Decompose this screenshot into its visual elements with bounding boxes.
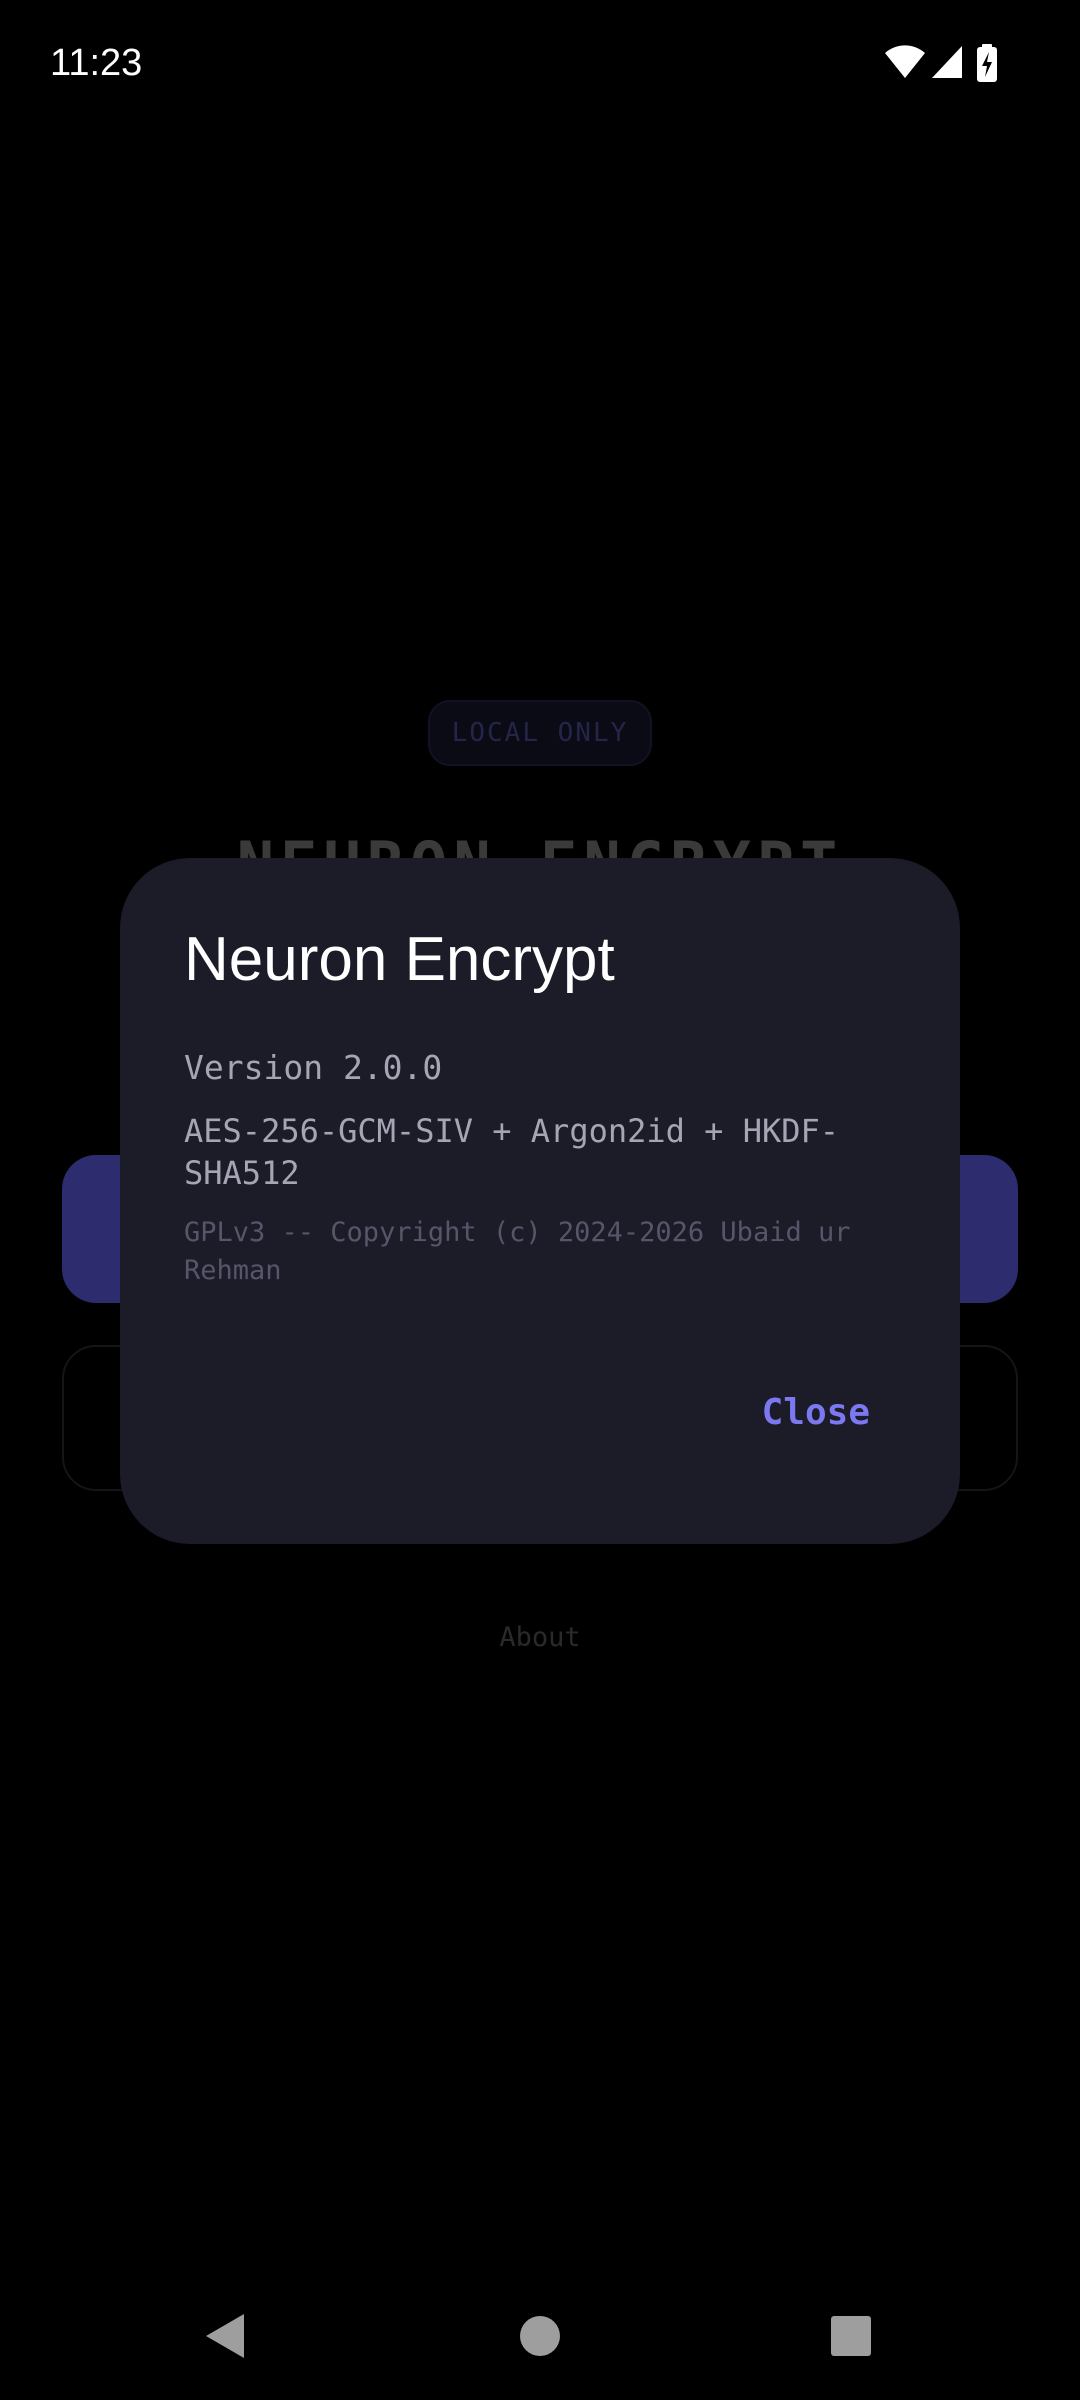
back-icon[interactable]	[196, 2310, 256, 2362]
close-button[interactable]: Close	[762, 1392, 870, 1433]
dialog-title: Neuron Encrypt	[184, 925, 615, 994]
battery-charging-icon	[977, 44, 997, 82]
recents-icon[interactable]	[821, 2310, 881, 2362]
local-only-badge: LOCAL ONLY	[428, 700, 652, 766]
navigation-bar	[0, 2290, 1080, 2380]
home-icon[interactable]	[510, 2310, 570, 2362]
dialog-version: Version 2.0.0	[184, 1048, 443, 1087]
wifi-icon	[885, 45, 925, 78]
status-time: 11:23	[50, 42, 143, 84]
cellular-signal-icon	[932, 46, 962, 78]
status-bar: 11:23	[0, 0, 1080, 130]
about-dialog: Neuron Encrypt Version 2.0.0 AES-256-GCM…	[120, 858, 960, 1544]
dialog-license: GPLv3 -- Copyright (c) 2024-2026 Ubaid u…	[184, 1217, 851, 1286]
dialog-algorithms: AES-256-GCM-SIV + Argon2id + HKDF-SHA512	[184, 1112, 840, 1192]
screen: LOCAL ONLY NEURON ENCRYPT About 11:23 Ne…	[0, 0, 1080, 2400]
status-icons	[884, 44, 1008, 84]
about-link: About	[499, 1622, 581, 1653]
